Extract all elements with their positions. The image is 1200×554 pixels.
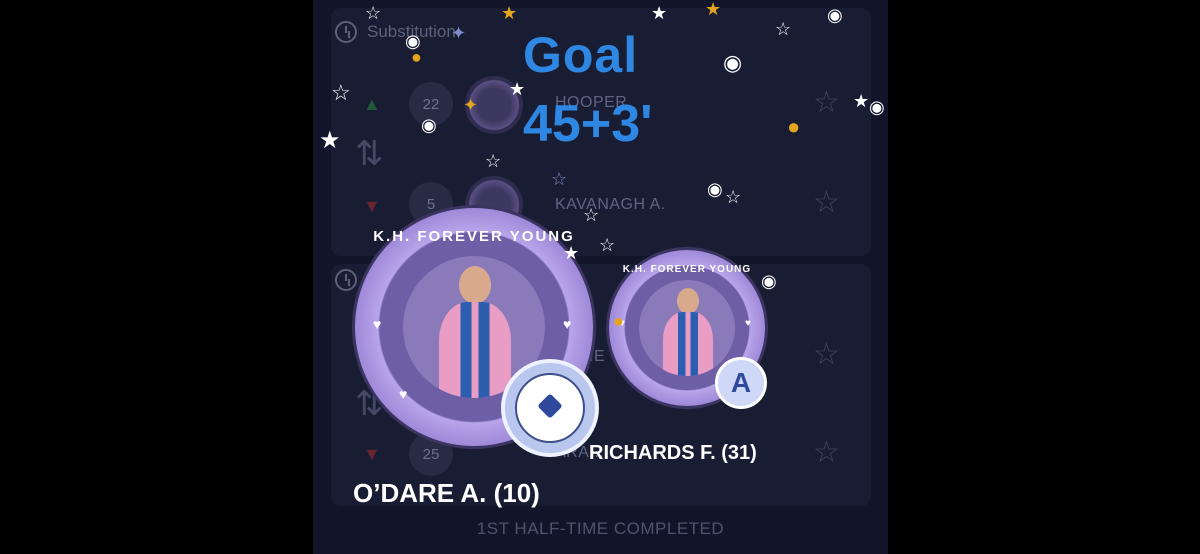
goal-minute: 45+3' (523, 95, 653, 153)
assist-crest-text: K.H. FOREVER YOUNG (622, 264, 752, 275)
player-jersey (663, 312, 713, 376)
player-jersey (439, 302, 511, 398)
ball-confetti-icon: ◉ (421, 115, 437, 135)
half-time-status: 1ST HALF-TIME COMPLETED (476, 519, 725, 538)
scorer-crest-text: K.H. FOREVER YOUNG (373, 228, 575, 245)
star-icon[interactable]: ☆ (813, 340, 840, 370)
star-confetti-icon: ☆ (583, 205, 600, 225)
star-confetti-icon: ★ (563, 243, 580, 263)
ball-confetti-icon: ◉ (405, 31, 421, 51)
star-confetti-icon: ☆ (775, 19, 792, 39)
star-confetti-icon: ☆ (551, 169, 568, 189)
player-head (459, 266, 491, 304)
heart-icon: ♥ (373, 316, 382, 332)
star-icon[interactable]: ☆ (813, 188, 840, 218)
arrow-up-icon: ▲ (363, 94, 381, 114)
star-confetti-icon: ☆ (331, 80, 351, 105)
arrow-down-icon: ▼ (363, 196, 381, 216)
goal-title: Goal (523, 27, 639, 83)
player-head (677, 288, 699, 314)
ball-confetti-icon: ◉ (707, 179, 723, 199)
scorer-player-name: O’DARE A. (10) (353, 478, 540, 508)
ball-confetti-icon: ◉ (827, 5, 843, 25)
clock-icon (335, 269, 357, 291)
clock-icon (335, 21, 357, 43)
assist-badge: A (715, 357, 767, 409)
assist-photo (639, 280, 735, 376)
ball-confetti-icon: ● (787, 114, 801, 139)
star-confetti-icon: ☆ (485, 151, 502, 171)
arrow-down-icon: ▼ (363, 444, 381, 464)
player-name: KAVANAGH A. (555, 196, 666, 213)
ball-confetti-icon: ● (613, 311, 624, 331)
star-confetti-icon: ★ (319, 127, 341, 154)
substitution-header: Substitution (335, 18, 456, 46)
star-confetti-icon: ★ (501, 3, 518, 23)
star-confetti-icon: ☆ (365, 3, 382, 23)
heart-icon: ♥ (399, 386, 408, 402)
ball-confetti-icon: ◉ (869, 97, 885, 117)
star-confetti-icon: ★ (853, 91, 870, 111)
star-confetti-icon: ✦ (463, 95, 479, 115)
star-confetti-icon: ★ (651, 3, 668, 23)
star-confetti-icon: ☆ (599, 235, 616, 255)
star-icon[interactable]: ☆ (813, 438, 840, 468)
star-icon[interactable]: ☆ (813, 88, 840, 118)
goal-badge (501, 359, 599, 457)
ball-confetti-icon: ◉ (761, 271, 777, 291)
heart-icon: ♥ (563, 316, 572, 332)
ball-icon (515, 373, 585, 443)
heart-icon: ♥ (745, 318, 751, 329)
star-confetti-icon: ✦ (451, 23, 467, 43)
star-confetti-icon: ☆ (725, 187, 742, 207)
star-confetti-icon: ★ (509, 79, 526, 99)
match-timeline-screen: Substitution ▲ 22 HOOPER ☆ ⇅ ▼ 5 KAVANAG… (313, 0, 888, 554)
star-confetti-icon: ★ (705, 0, 722, 19)
assist-player-name: RICHARDS F. (31) (589, 442, 757, 464)
ball-confetti-icon: ◉ (723, 50, 743, 75)
swap-icon: ⇅ (355, 135, 384, 173)
